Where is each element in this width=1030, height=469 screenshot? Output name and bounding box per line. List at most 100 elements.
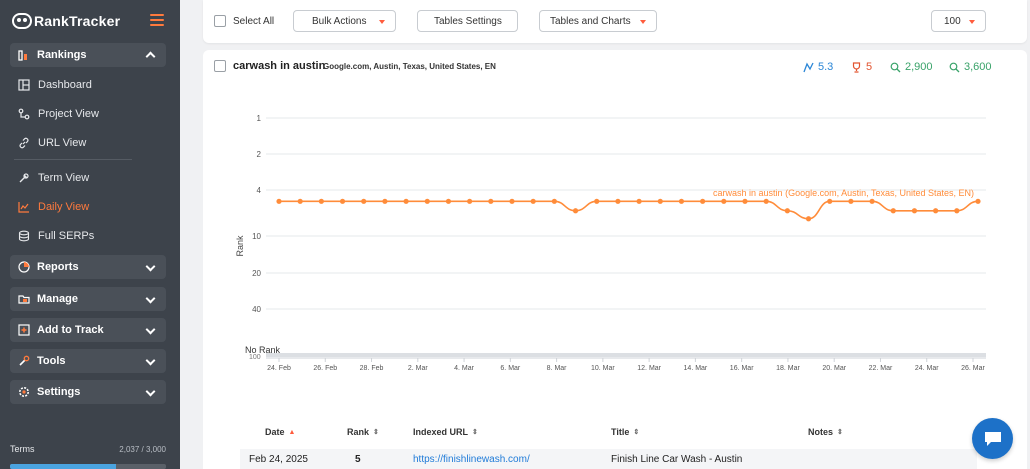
section-label: Rankings — [37, 49, 87, 61]
rankings-icon — [18, 49, 30, 61]
series-label: carwash in austin (Google.com, Austin, T… — [713, 188, 974, 198]
x-tick-label: 20. Mar — [822, 365, 846, 372]
cell-title: Finish Line Car Wash - Austin — [611, 454, 743, 465]
x-tick-label: 10. Mar — [591, 365, 615, 372]
series-line — [279, 200, 979, 220]
sidebar-item-label: Dashboard — [38, 79, 92, 91]
chat-icon — [984, 431, 1001, 446]
header-notes-label: Notes — [808, 427, 834, 437]
per-page-select[interactable]: 100 — [931, 10, 986, 32]
sidebar-item-label: Full SERPs — [38, 230, 95, 242]
tables-settings-button[interactable]: Tables Settings — [417, 10, 518, 32]
chat-button[interactable] — [972, 418, 1013, 459]
data-point — [848, 198, 854, 204]
data-point — [890, 208, 896, 214]
y-tick-label: 20 — [252, 269, 261, 278]
table-header: Date ▲ Rank ⇕ Indexed URL ⇕ Title ⇕ Notes ⇕ — [240, 422, 980, 444]
section-add-to-track[interactable]: Add to Track — [10, 318, 166, 342]
sort-icon: ⇕ — [373, 429, 379, 436]
data-point — [827, 198, 833, 204]
no-rank-band — [266, 353, 986, 357]
logo[interactable]: RankTracker — [12, 12, 120, 30]
data-point — [911, 208, 918, 214]
data-point — [445, 198, 452, 204]
chevron-up-icon — [145, 51, 156, 62]
header-rank[interactable]: Rank ⇕ — [347, 427, 379, 437]
section-tools[interactable]: Tools — [10, 349, 166, 373]
caret-down-icon — [969, 20, 975, 24]
chevron-down-icon — [145, 324, 156, 335]
tables-settings-label: Tables Settings — [434, 15, 502, 27]
terms-progress-fill — [10, 464, 116, 469]
data-point — [318, 198, 324, 204]
chevron-down-icon — [145, 355, 156, 366]
terms-progress-bar — [10, 464, 166, 469]
section-label: Settings — [37, 386, 81, 398]
data-point — [509, 198, 515, 204]
select-all-label: Select All — [233, 16, 275, 27]
sidebar-item-label: Term View — [38, 172, 90, 184]
sidebar-item-project-view[interactable]: Project View — [18, 104, 168, 124]
project-icon — [18, 108, 30, 120]
chevron-down-icon — [145, 261, 156, 272]
hamburger-menu-icon[interactable] — [150, 14, 164, 26]
data-point — [678, 198, 685, 204]
sort-icon: ⇕ — [633, 429, 640, 436]
data-point — [276, 198, 282, 204]
add-icon — [18, 324, 30, 336]
tables-and-charts-label: Tables and Charts — [550, 15, 631, 27]
terms-count: 2,037 / 3,000 — [119, 445, 166, 454]
data-point — [954, 208, 960, 214]
sidebar-item-label: Daily View — [38, 201, 90, 213]
data-point — [784, 208, 790, 214]
x-tick-label: 8. Mar — [547, 365, 568, 372]
toolbar: Select All Bulk Actions Tables Settings … — [203, 0, 1027, 43]
section-settings[interactable]: Settings — [10, 380, 166, 404]
sidebar-item-daily-view[interactable]: Daily View — [18, 197, 168, 217]
reports-icon — [18, 261, 30, 273]
header-indexed-url[interactable]: Indexed URL ⇕ — [413, 427, 478, 437]
data-point — [339, 198, 346, 204]
x-tick-label: 24. Feb — [267, 365, 291, 372]
y-tick-label: 100 — [249, 354, 261, 361]
cell-date: Feb 24, 2025 — [249, 454, 308, 465]
x-tick-label: 18. Mar — [776, 365, 800, 372]
data-point — [805, 216, 812, 222]
header-date[interactable]: Date ▲ — [265, 427, 295, 437]
section-reports[interactable]: Reports — [10, 255, 166, 279]
sidebar-item-url-view[interactable]: URL View — [18, 133, 168, 153]
sidebar-item-dashboard[interactable]: Dashboard — [18, 75, 168, 95]
data-point — [975, 198, 981, 204]
term-icon — [18, 172, 30, 184]
sort-icon: ⇕ — [837, 429, 843, 436]
data-point — [721, 198, 727, 204]
header-notes[interactable]: Notes ⇕ — [808, 427, 843, 437]
cell-url-link[interactable]: https://finishlinewash.com/ — [413, 454, 530, 465]
y-tick-label: 40 — [252, 305, 261, 314]
caret-down-icon — [379, 20, 385, 24]
section-rankings[interactable]: Rankings — [10, 43, 166, 67]
data-point — [382, 198, 388, 204]
sidebar-divider — [14, 159, 132, 160]
sidebar-item-full-serps[interactable]: Full SERPs — [18, 226, 168, 246]
select-all-checkbox[interactable] — [214, 15, 226, 27]
sidebar-item-term-view[interactable]: Term View — [18, 168, 168, 188]
serp-icon — [18, 230, 30, 242]
sort-icon: ⇕ — [472, 429, 478, 436]
y-axis-label: Rank — [235, 235, 245, 257]
x-tick-label: 22. Mar — [869, 365, 893, 372]
data-point — [530, 198, 536, 204]
tables-and-charts-dropdown[interactable]: Tables and Charts — [539, 10, 657, 32]
header-title[interactable]: Title ⇕ — [611, 427, 639, 437]
section-manage[interactable]: Manage — [10, 287, 166, 311]
x-tick-label: 2. Mar — [408, 365, 429, 372]
data-point — [361, 198, 367, 204]
dashboard-icon — [18, 79, 30, 91]
section-label: Reports — [37, 261, 79, 273]
chevron-down-icon — [145, 386, 156, 397]
data-point — [403, 198, 409, 204]
bulk-actions-dropdown[interactable]: Bulk Actions — [293, 10, 396, 32]
per-page-value: 100 — [944, 15, 961, 27]
y-tick-label: 10 — [252, 232, 261, 241]
x-tick-label: 24. Mar — [915, 365, 939, 372]
